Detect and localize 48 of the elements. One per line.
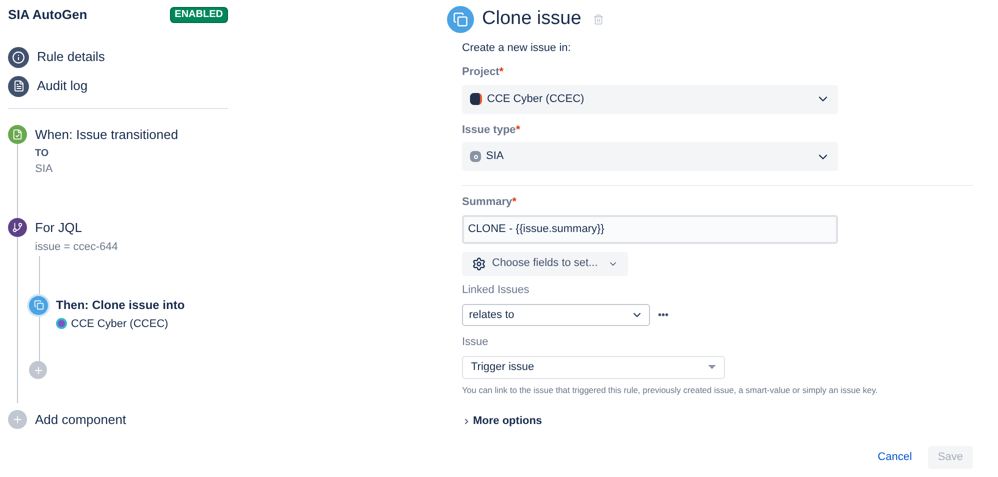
trigger-value: SIA [35, 162, 54, 177]
add-component-icon[interactable] [8, 410, 27, 430]
more-actions-button[interactable]: ••• [658, 308, 669, 322]
settings-icon [472, 256, 486, 270]
required-mark: * [512, 195, 516, 210]
panel-title: Clone issue [482, 7, 582, 31]
issue-label: Issue [462, 335, 490, 350]
help-text: You can link to the issue that triggered this rule, previously created issue, a smart-value or simply an issue key. [462, 384, 879, 396]
cancel-button[interactable]: Cancel [868, 446, 922, 469]
delete-icon[interactable] [593, 14, 604, 25]
more-options-toggle[interactable]: More options [462, 413, 542, 430]
issue-type-select[interactable]: SIA [462, 142, 838, 171]
log-icon [8, 76, 29, 96]
choose-fields-button[interactable]: Choose fields to set... [462, 252, 628, 276]
summary-field[interactable]: CLONE - {{issue.summary}} [462, 214, 838, 244]
branch-icon [8, 218, 27, 236]
chevron-right-icon [462, 417, 471, 426]
field-label: Issue type [462, 122, 516, 138]
intro-text: Create a new issue in: [462, 40, 572, 56]
plus-icon [32, 364, 44, 376]
info-icon [8, 46, 29, 68]
clone-icon [447, 6, 474, 33]
nav-link[interactable]: Rule details [37, 47, 105, 67]
trigger-title[interactable]: When: Issue transitioned [35, 124, 178, 144]
linked-issues-label: Linked Issues [462, 282, 530, 298]
add-component-link[interactable]: Add component [35, 410, 126, 430]
action-title[interactable]: Then: Clone issue into [56, 296, 185, 314]
branch-title[interactable]: For JQL [35, 218, 118, 237]
trigger-condition: TO [35, 147, 50, 161]
plus-icon [12, 414, 23, 426]
link-type-select[interactable]: relates to [462, 304, 650, 326]
rule-title: SIA AutoGen [8, 6, 88, 24]
required-mark: * [499, 65, 504, 80]
field-label: Project [462, 65, 500, 80]
required-mark: * [516, 122, 520, 138]
branch-query: issue = ccec-644 [35, 240, 118, 255]
project-logo-icon [470, 93, 482, 105]
trigger-icon [8, 124, 27, 144]
status-badge: ENABLED [170, 6, 228, 23]
issue-select[interactable]: Trigger issue [462, 356, 725, 378]
nav-link[interactable]: Audit log [37, 76, 88, 96]
action-project: CCE Cyber (CCEC) [71, 316, 168, 332]
add-action-button[interactable] [29, 361, 47, 379]
project-select[interactable]: CCE Cyber (CCEC) [462, 84, 838, 114]
issue-type-icon [470, 151, 481, 162]
project-avatar-icon [56, 318, 67, 330]
clone-icon [29, 296, 48, 314]
field-label: Summary [462, 195, 512, 210]
